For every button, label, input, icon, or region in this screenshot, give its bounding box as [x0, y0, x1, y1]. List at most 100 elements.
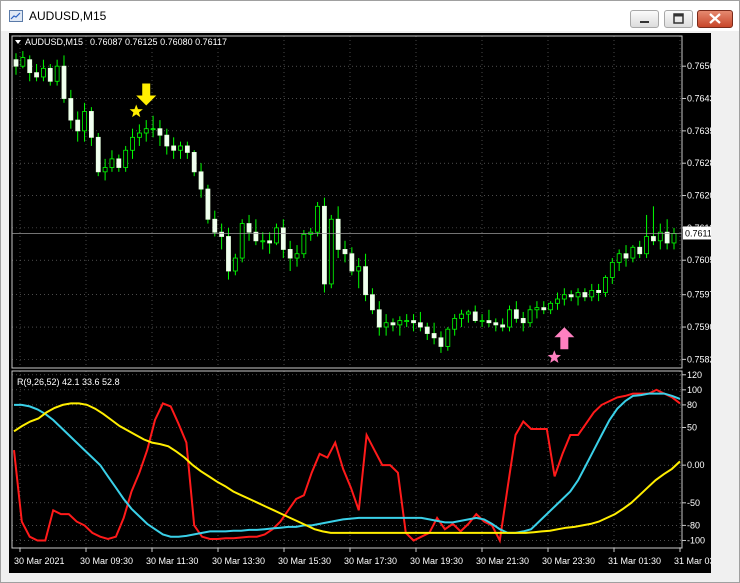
- candle-body: [315, 205, 320, 233]
- symbol-label: AUDUSD,M15: [25, 37, 83, 47]
- indicator-tick-label: -50: [687, 498, 700, 508]
- candle: [520, 311, 526, 332]
- candle: [164, 128, 170, 155]
- candle: [20, 51, 26, 69]
- candle-body: [417, 322, 423, 328]
- window-title: AUDUSD,M15: [29, 9, 107, 23]
- candle-body: [246, 223, 252, 233]
- indicator-label: R(9,26,52) 42.1 33.6 52.8: [17, 377, 120, 387]
- candle: [424, 322, 430, 340]
- candle: [513, 301, 519, 323]
- candle: [616, 249, 622, 271]
- close-button[interactable]: [697, 10, 733, 28]
- candle: [472, 305, 478, 323]
- candle-body: [582, 292, 588, 298]
- candle: [335, 206, 341, 259]
- candle: [47, 64, 53, 86]
- candle: [582, 288, 588, 302]
- candle-body: [328, 218, 334, 285]
- candle-body: [280, 227, 286, 250]
- candle: [376, 301, 382, 336]
- candle: [651, 206, 656, 246]
- candle-body: [527, 309, 533, 324]
- time-axis: 30 Mar 2021 30 Mar 09:30 30 Mar 11:30 30 Ma…: [14, 548, 711, 566]
- candle: [459, 309, 464, 328]
- candle: [178, 141, 183, 159]
- candle-body: [671, 233, 677, 244]
- candle: [479, 314, 485, 328]
- candle: [527, 305, 533, 328]
- current-price-label: 0.76117: [685, 228, 711, 238]
- restore-icon: [673, 13, 684, 24]
- indicator-tick-label: 100: [687, 385, 702, 395]
- indicator-series-line: [13, 402, 681, 534]
- candle-body: [164, 134, 170, 147]
- candle: [27, 55, 33, 82]
- candle: [198, 163, 204, 198]
- candle: [267, 232, 273, 254]
- candle-body: [116, 158, 122, 168]
- candle-body: [219, 231, 225, 237]
- candle: [589, 283, 595, 302]
- price-tick-label: 0.75900: [687, 322, 711, 332]
- candle-body: [630, 246, 636, 259]
- candle: [253, 219, 259, 246]
- price-tick-label: 0.76430: [687, 94, 711, 104]
- candle-body: [479, 320, 485, 322]
- candle: [541, 301, 547, 315]
- candle-body: [411, 320, 416, 324]
- indicator-tick-label: 80: [687, 400, 697, 410]
- time-tick-label: 31 Mar 01:30: [608, 556, 661, 566]
- close-icon: [709, 13, 721, 24]
- candle: [68, 89, 74, 129]
- chart-area[interactable]: AUDUSD,M15 0.76087 0.76125 0.76080 0.761…: [9, 33, 711, 573]
- candle-body: [520, 318, 526, 324]
- candle-body: [75, 119, 81, 132]
- candle-body: [68, 98, 74, 121]
- candle-body: [226, 236, 231, 272]
- candle-body: [609, 261, 615, 278]
- candle-body: [157, 128, 163, 136]
- candle: [143, 120, 149, 142]
- terminal-window: AUDUSD,M15 AUDUSD,M15 0.76087 0.76125 0.…: [0, 0, 740, 583]
- candle: [603, 275, 608, 297]
- candle: [438, 331, 444, 353]
- minimize-button[interactable]: [630, 10, 659, 28]
- maximize-button[interactable]: [664, 10, 693, 28]
- candle: [507, 305, 512, 332]
- candle-body: [363, 266, 368, 296]
- candle: [644, 214, 649, 259]
- candle-body: [616, 253, 622, 263]
- candle-body: [472, 311, 478, 321]
- indicator-pane-border: [11, 370, 683, 549]
- candle: [452, 314, 458, 336]
- time-tick-label: 30 Mar 09:30: [80, 556, 133, 566]
- indicator-tick-label: -80: [687, 520, 700, 530]
- candle: [397, 316, 403, 336]
- right-margin: [713, 33, 737, 573]
- time-tick-label: 30 Mar 2021: [14, 556, 65, 566]
- candle: [445, 327, 451, 351]
- candle-body: [575, 292, 581, 298]
- time-tick-label: 30 Mar 19:30: [410, 556, 463, 566]
- candle-body: [548, 302, 554, 311]
- candle-body: [370, 294, 375, 311]
- price-tick-label: 0.76355: [687, 126, 711, 136]
- candle: [465, 309, 471, 323]
- candle-body: [171, 145, 177, 151]
- candle: [575, 288, 581, 306]
- minimize-icon: [640, 21, 649, 23]
- candle: [315, 202, 320, 237]
- price-axis: 0.76505 0.76430 0.76355 0.76280 0.76205 0.761…: [682, 61, 711, 364]
- candle-body: [136, 132, 142, 138]
- price-tick-label: 0.76055: [687, 255, 711, 265]
- price-tick-label: 0.76205: [687, 191, 711, 201]
- candle: [630, 245, 636, 263]
- candle-body: [376, 309, 382, 328]
- menu-triangle-icon[interactable]: [15, 40, 21, 44]
- price-chart[interactable]: AUDUSD,M15 0.76087 0.76125 0.76080 0.761…: [9, 33, 711, 573]
- candle-body: [274, 227, 279, 244]
- candle: [157, 120, 163, 146]
- title-bar[interactable]: AUDUSD,M15: [1, 1, 739, 31]
- candle: [596, 283, 602, 302]
